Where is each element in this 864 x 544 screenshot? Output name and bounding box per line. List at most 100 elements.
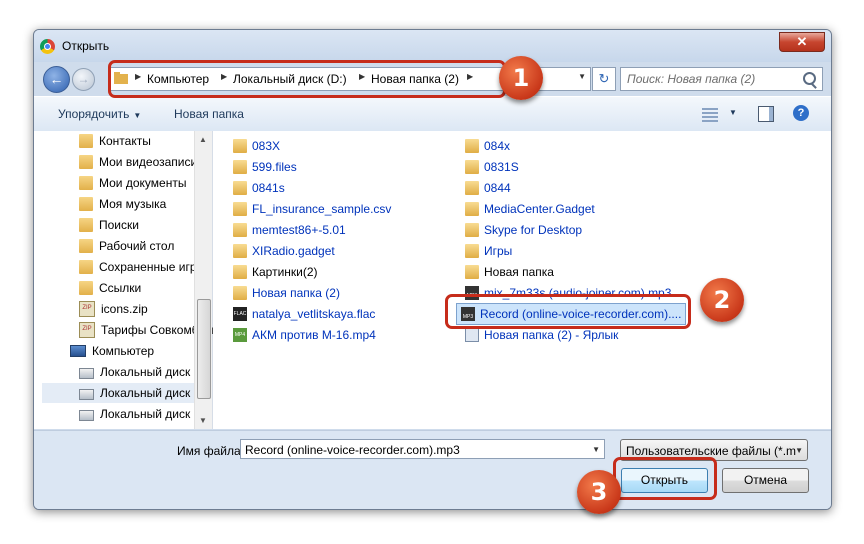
folder-icon	[233, 138, 247, 153]
title-bar: Открыть ✕	[34, 30, 831, 62]
file-name: 083X	[252, 139, 281, 153]
drive-icon	[79, 368, 94, 380]
list-item[interactable]: 0844	[465, 178, 511, 198]
list-item[interactable]: 0841s	[233, 178, 285, 198]
list-item[interactable]: FL_insurance_sample.csv	[233, 199, 391, 219]
nav-item-label: Сохраненные игры	[99, 260, 206, 274]
list-item[interactable]: FLAC natalya_vetlitskaya.flac	[233, 304, 375, 324]
search-input[interactable]: Поиск: Новая папка (2)	[620, 67, 823, 91]
callout-open-highlight	[613, 457, 717, 500]
folder-icon	[233, 243, 247, 258]
drive-icon	[79, 410, 94, 422]
organize-label: Упорядочить	[58, 107, 130, 121]
step-badge-3: 3	[577, 470, 621, 514]
list-item[interactable]: Новая папка (2)	[233, 283, 340, 303]
filename-field[interactable]: Record (online-voice-recorder.com).mp3 ▼	[240, 439, 605, 459]
chevron-down-icon[interactable]: ▼	[729, 108, 737, 117]
nav-item-label: icons.zip	[101, 302, 148, 316]
list-item[interactable]: 0831S	[465, 157, 519, 177]
chevron-down-icon[interactable]: ▼	[592, 440, 600, 460]
scroll-down-icon[interactable]: ▼	[199, 416, 207, 425]
folder-icon	[79, 175, 93, 190]
folder-icon	[233, 180, 247, 195]
folder-icon	[79, 259, 93, 274]
folder-icon	[79, 196, 93, 211]
file-name: 0831S	[484, 160, 519, 174]
nav-item-label: Локальный диск	[100, 386, 191, 400]
list-item[interactable]: memtest86+-5.01	[233, 220, 346, 240]
folder-icon	[465, 264, 479, 279]
nav-item-label: Ссылки	[99, 281, 142, 295]
callout-address-highlight	[108, 60, 506, 98]
list-item[interactable]: XIRadio.gadget	[233, 241, 335, 261]
organize-button[interactable]: Упорядочить ▼	[58, 107, 141, 121]
file-name: АКМ против М-16.mp4	[252, 328, 376, 342]
shortcut-icon	[465, 327, 479, 342]
folder-icon	[233, 159, 247, 174]
scroll-thumb[interactable]	[197, 299, 211, 399]
folder-icon	[233, 201, 247, 216]
preview-pane-icon[interactable]	[758, 106, 774, 122]
list-item[interactable]: 599.files	[233, 157, 297, 177]
nav-item-label: Мои документы	[99, 176, 187, 190]
folder-icon	[465, 201, 479, 216]
nav-item-label: Контакты	[99, 134, 151, 148]
list-item[interactable]: 084x	[465, 136, 510, 156]
step-badge-1: 1	[499, 56, 543, 100]
nav-item-label: Моя музыка	[99, 197, 167, 211]
new-folder-button[interactable]: Новая папка	[174, 107, 244, 121]
file-name: memtest86+-5.01	[252, 223, 346, 237]
list-item[interactable]: 083X	[233, 136, 280, 156]
cancel-button[interactable]: Отмена	[722, 468, 809, 493]
nav-item-label: Рабочий стол	[99, 239, 175, 253]
filetype-value: Пользовательские файлы (*.m	[626, 444, 797, 458]
refresh-button[interactable]: ↻	[592, 67, 616, 91]
command-toolbar: Упорядочить ▼ Новая папка ▼ ?	[34, 96, 831, 132]
window-title: Открыть	[62, 39, 110, 53]
folder-icon	[79, 133, 93, 148]
zip-icon: ZIP	[79, 321, 95, 338]
folder-icon	[465, 222, 479, 237]
folder-icon	[465, 180, 479, 195]
list-item[interactable]: Новая папка	[465, 262, 554, 282]
open-file-dialog: Открыть ✕ ← → ▶ Компьютер ▶ Локальный ди…	[33, 29, 832, 510]
folder-icon	[79, 280, 93, 295]
list-item[interactable]: Игры	[465, 241, 512, 261]
file-name: Новая папка (2) - Ярлык	[484, 328, 619, 342]
chevron-down-icon: ▼	[133, 111, 142, 120]
list-item[interactable]: MediaCenter.Gadget	[465, 199, 595, 219]
file-name: natalya_vetlitskaya.flac	[252, 307, 376, 321]
view-options-icon[interactable]	[702, 106, 718, 122]
forward-button[interactable]: →	[72, 68, 95, 91]
folder-icon	[465, 138, 479, 153]
chrome-icon	[40, 39, 55, 54]
list-item[interactable]: Skype for Desktop	[465, 220, 582, 240]
file-name: Игры	[484, 244, 513, 258]
chevron-down-icon: ▼	[795, 446, 803, 455]
navigation-pane: Контакты Мои видеозаписи Мои документы М…	[34, 131, 217, 429]
list-item[interactable]: Картинки(2)	[233, 262, 318, 282]
callout-file-highlight	[445, 294, 691, 329]
list-item[interactable]: MP4 АКМ против М-16.mp4	[233, 325, 376, 345]
nav-scrollbar[interactable]: ▲ ▼	[194, 131, 212, 429]
nav-item-label: Мои видеозаписи	[99, 155, 198, 169]
folder-icon	[465, 159, 479, 174]
file-name: 0841s	[252, 181, 285, 195]
filename-label: Имя файла:	[177, 444, 244, 458]
back-button[interactable]: ←	[43, 66, 70, 93]
search-placeholder: Поиск: Новая папка (2)	[627, 72, 756, 86]
chevron-down-icon[interactable]: ▼	[578, 72, 586, 81]
folder-icon	[79, 217, 93, 232]
nav-item-label: Локальный диск	[100, 407, 191, 421]
filename-value: Record (online-voice-recorder.com).mp3	[245, 443, 460, 457]
scroll-up-icon[interactable]: ▲	[199, 135, 207, 144]
file-name: MediaCenter.Gadget	[484, 202, 595, 216]
file-name: Картинки(2)	[252, 265, 318, 279]
help-icon[interactable]: ?	[793, 105, 809, 121]
zip-icon: ZIP	[79, 300, 95, 317]
file-name: 0844	[484, 181, 511, 195]
nav-item-local-disk-d[interactable]: Локальный диск	[42, 383, 200, 403]
drive-icon	[79, 389, 94, 401]
file-name: Новая папка	[484, 265, 554, 279]
close-button[interactable]: ✕	[779, 32, 825, 52]
